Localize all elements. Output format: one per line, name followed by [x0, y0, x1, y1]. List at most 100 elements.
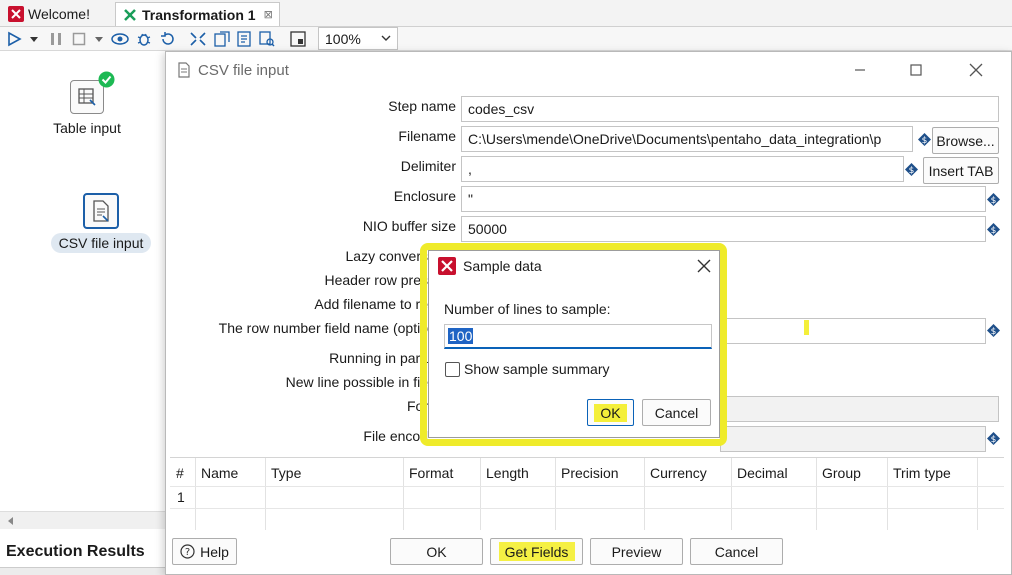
col-header-currency: Currency — [650, 465, 707, 481]
show-results-icon[interactable] — [288, 30, 308, 48]
svg-text:$: $ — [991, 327, 997, 337]
dialog-title-bar: CSV file input — [166, 52, 1011, 88]
minimize-button[interactable] — [850, 60, 870, 80]
debug-icon[interactable] — [134, 30, 154, 48]
fields-table[interactable]: # Name Type Format Length Precision Curr… — [170, 457, 1004, 530]
sample-cancel-button[interactable]: Cancel — [642, 399, 711, 426]
format-select[interactable] — [720, 396, 999, 422]
filename-variable-icon[interactable]: $ — [918, 133, 931, 146]
label-running-parallel: Running in para — [329, 350, 428, 366]
nio-buffer-variable-icon[interactable]: $ — [987, 223, 1000, 236]
column-divider — [977, 458, 978, 530]
canvas-horizontal-scrollbar[interactable] — [0, 511, 170, 529]
zoom-value: 100% — [325, 30, 361, 47]
scroll-left-icon[interactable] — [6, 516, 16, 526]
dialog-title: CSV file input — [198, 61, 289, 79]
label-row-number-field: The row number field name (optio — [218, 320, 428, 336]
sample-dialog-title: Sample data — [463, 258, 542, 274]
editor-tab-strip: Welcome! Transformation 1 ⊠ — [0, 0, 1012, 27]
svg-text:$: $ — [922, 136, 928, 146]
svg-text:$: $ — [991, 226, 997, 236]
preview-eye-icon[interactable] — [110, 30, 130, 48]
help-button[interactable]: ? Help — [172, 538, 237, 565]
impact-icon[interactable] — [212, 30, 232, 48]
row-number: 1 — [177, 489, 185, 505]
filename-input[interactable]: C:\Users\mende\OneDrive\Documents\pentah… — [461, 126, 913, 152]
execution-results-tabs[interactable] — [0, 567, 170, 575]
tab-transformation-label: Transformation 1 — [142, 6, 256, 23]
label-format: For — [407, 398, 428, 414]
step-csv-file-input-label: CSV file input — [50, 233, 152, 253]
pentaho-logo-icon — [438, 257, 456, 275]
svg-text:?: ? — [185, 547, 190, 558]
sample-data-dialog: Sample data Number of lines to sample: 1… — [428, 250, 720, 438]
col-header-length: Length — [486, 465, 529, 481]
close-icon — [969, 63, 983, 77]
sql-icon[interactable] — [234, 30, 254, 48]
table-input-icon — [70, 71, 115, 114]
row-number-field-input[interactable] — [720, 318, 986, 344]
csv-file-icon — [178, 62, 190, 78]
browse-button[interactable]: Browse... — [932, 127, 999, 154]
tab-welcome-label: Welcome! — [28, 6, 90, 22]
file-encoding-select[interactable] — [720, 426, 986, 452]
delimiter-input[interactable]: , — [461, 156, 904, 182]
label-enclosure: Enclosure — [393, 188, 456, 204]
csv-file-icon — [83, 193, 119, 229]
close-button[interactable] — [966, 60, 986, 80]
get-fields-label: Get Fields — [504, 543, 569, 560]
stop-icon[interactable] — [70, 30, 88, 48]
col-header-group: Group — [822, 465, 861, 481]
enclosure-variable-icon[interactable]: $ — [987, 193, 1000, 206]
col-header-type: Type — [271, 465, 302, 481]
close-tab-icon[interactable]: ⊠ — [264, 8, 273, 21]
help-label: Help — [200, 543, 229, 560]
get-fields-button[interactable]: Get Fields — [490, 538, 583, 565]
delimiter-variable-icon[interactable]: $ — [905, 163, 918, 176]
lines-to-sample-label: Number of lines to sample: — [444, 301, 611, 317]
tab-welcome[interactable]: Welcome! — [2, 2, 96, 26]
close-icon[interactable] — [697, 259, 711, 273]
sample-ok-button[interactable]: OK — [587, 399, 634, 426]
lines-to-sample-value: 100 — [448, 328, 474, 344]
col-header-format: Format — [409, 465, 454, 481]
check-ok-icon — [98, 71, 115, 88]
zoom-select[interactable]: 100% — [318, 27, 398, 50]
row-divider — [170, 486, 1004, 487]
replay-icon[interactable] — [158, 30, 178, 48]
enclosure-input[interactable]: " — [461, 186, 986, 212]
cancel-button[interactable]: Cancel — [690, 538, 783, 565]
maximize-button[interactable] — [906, 60, 926, 80]
row-number-variable-icon[interactable]: $ — [987, 324, 1000, 337]
run-icon[interactable] — [5, 30, 23, 48]
show-sample-summary-checkbox[interactable] — [445, 362, 460, 377]
file-encoding-variable-icon[interactable]: $ — [987, 432, 1000, 445]
verify-icon[interactable] — [188, 30, 208, 48]
stop-options-dropdown-icon[interactable] — [92, 30, 106, 48]
label-header-row: Header row pres — [324, 272, 429, 288]
label-nio-buffer: NIO buffer size — [362, 218, 456, 234]
col-header-trim-type: Trim type — [893, 465, 951, 481]
execution-results-label: Execution Results — [6, 543, 145, 560]
run-options-dropdown-icon[interactable] — [27, 30, 41, 48]
label-filename: Filename — [398, 128, 456, 144]
label-lazy-conversion: Lazy convers — [345, 248, 428, 264]
label-add-filename: Add filename to re — [314, 296, 428, 312]
table-row[interactable]: 1 — [170, 488, 977, 508]
insert-tab-button[interactable]: Insert TAB — [923, 157, 999, 184]
sample-dialog-title-bar: Sample data — [429, 251, 719, 281]
label-new-line: New line possible in fie — [285, 374, 428, 390]
tab-transformation[interactable]: Transformation 1 ⊠ — [115, 2, 280, 26]
nio-buffer-input[interactable]: 50000 — [461, 216, 986, 242]
lines-to-sample-input[interactable]: 100 — [444, 324, 712, 349]
preview-button[interactable]: Preview — [590, 538, 683, 565]
step-name-input[interactable]: codes_csv — [461, 96, 999, 122]
step-table-input-label: Table input — [53, 120, 121, 136]
label-file-encoding: File encod — [363, 428, 428, 444]
col-header-decimal: Decimal — [737, 465, 788, 481]
step-csv-file-input[interactable]: CSV file input — [47, 193, 155, 253]
explore-db-icon[interactable] — [257, 30, 277, 48]
step-table-input[interactable]: Table input — [47, 71, 127, 136]
ok-button[interactable]: OK — [390, 538, 483, 565]
pause-icon[interactable] — [47, 30, 65, 48]
